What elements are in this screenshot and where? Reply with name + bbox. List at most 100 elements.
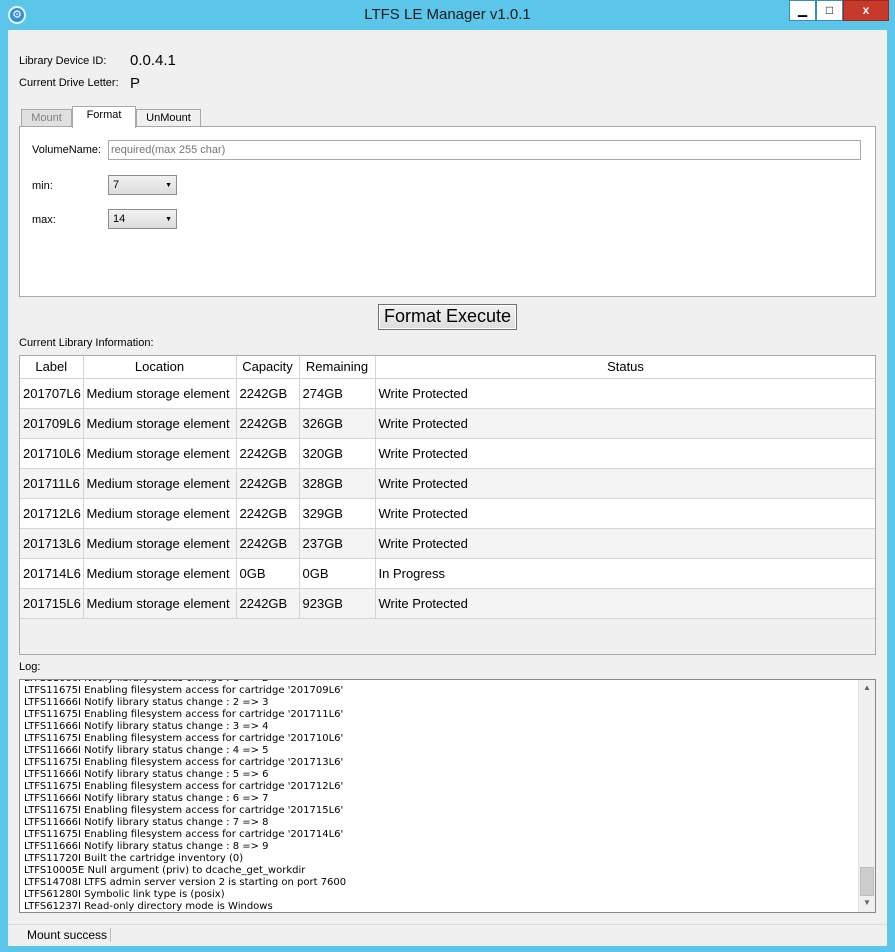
tab-format[interactable]: Format <box>72 106 136 128</box>
drive-letter-value: P <box>130 75 141 92</box>
max-select[interactable]: 14 ▼ <box>108 209 177 229</box>
tab-mount[interactable]: Mount <box>21 109 72 127</box>
table-row[interactable]: 201710L6 Medium storage element 2242GB 320G… <box>20 438 875 469</box>
cell-capacity: 0GB <box>236 558 300 589</box>
cell-status: Write Protected <box>375 498 875 529</box>
cell-remaining: 329GB <box>299 498 376 529</box>
log-line: LTFS11666I Notify library status change … <box>24 841 269 852</box>
close-icon[interactable]: x <box>843 0 889 21</box>
cell-capacity: 2242GB <box>236 438 300 469</box>
cell-label: 201710L6 <box>20 438 84 469</box>
cell-status: Write Protected <box>375 438 875 469</box>
log-line: LTFS11666I Notify library status change … <box>24 793 269 804</box>
volume-name-label: VolumeName: <box>32 144 102 156</box>
cell-remaining: 326GB <box>299 408 376 439</box>
cell-label: 201707L6 <box>20 378 84 409</box>
min-label: min: <box>32 180 53 192</box>
log-line: LTFS11666I Notify library status change … <box>24 697 269 708</box>
column-header-location[interactable]: Location <box>83 356 237 379</box>
log-line: LTFS11675I Enabling filesystem access fo… <box>24 805 344 816</box>
cell-remaining: 0GB <box>299 558 376 589</box>
drive-letter-label: Current Drive Letter: <box>19 77 119 89</box>
cell-location: Medium storage element <box>83 588 237 619</box>
table-header-row: Label Location Capacity Remaining Status <box>20 356 875 379</box>
table-row[interactable]: 201707L6 Medium storage element 2242GB 274G… <box>20 378 875 409</box>
window-title: LTFS LE Manager v1.0.1 <box>364 6 531 23</box>
column-header-remaining[interactable]: Remaining <box>299 356 376 379</box>
dropdown-arrow-icon: ▼ <box>165 182 172 189</box>
cell-remaining: 237GB <box>299 528 376 559</box>
log-line: LTFS11675I Enabling filesystem access fo… <box>24 709 344 720</box>
table-row[interactable]: 201712L6 Medium storage element 2242GB 329G… <box>20 498 875 529</box>
cell-location: Medium storage element <box>83 558 237 589</box>
scroll-thumb[interactable] <box>860 867 874 896</box>
library-id-value: 0.0.4.1 <box>130 52 176 69</box>
cell-capacity: 2242GB <box>236 588 300 619</box>
cell-remaining: 320GB <box>299 438 376 469</box>
cell-label: 201709L6 <box>20 408 84 439</box>
dropdown-arrow-icon: ▼ <box>165 216 172 223</box>
log-line: LTFS11675I Enabling filesystem access fo… <box>24 829 344 840</box>
log-line: LTFS61237I Read-only directory mode is W… <box>24 901 273 912</box>
column-header-label[interactable]: Label <box>20 356 84 379</box>
cell-status: Write Protected <box>375 378 875 409</box>
maximize-icon[interactable]: □ <box>816 0 843 21</box>
column-header-capacity[interactable]: Capacity <box>236 356 300 379</box>
min-select[interactable]: 7 ▼ <box>108 175 177 195</box>
cell-location: Medium storage element <box>83 408 237 439</box>
cell-location: Medium storage element <box>83 438 237 469</box>
table-row[interactable]: 201713L6 Medium storage element 2242GB 237G… <box>20 528 875 559</box>
column-header-status[interactable]: Status <box>375 356 875 379</box>
table-row[interactable]: 201715L6 Medium storage element 2242GB 923G… <box>20 588 875 619</box>
cell-remaining: 328GB <box>299 468 376 499</box>
log-line: LTFS11720I Built the cartridge inventory… <box>24 853 244 864</box>
log-lines: LTFS11666I Notify library status change … <box>24 680 854 912</box>
table-row[interactable]: 201714L6 Medium storage element 0GB 0GB In P… <box>20 558 875 589</box>
cell-status: Write Protected <box>375 408 875 439</box>
cell-status: Write Protected <box>375 588 875 619</box>
table-row[interactable]: 201709L6 Medium storage element 2242GB 326G… <box>20 408 875 439</box>
table-row[interactable]: 201711L6 Medium storage element 2242GB 328G… <box>20 468 875 499</box>
cell-capacity: 2242GB <box>236 498 300 529</box>
status-bar: Mount success <box>8 924 887 946</box>
library-table[interactable]: Label Location Capacity Remaining Status… <box>19 355 876 655</box>
cell-capacity: 2242GB <box>236 408 300 439</box>
log-textbox[interactable]: LTFS11666I Notify library status change … <box>19 679 876 913</box>
cell-status: Write Protected <box>375 528 875 559</box>
cell-location: Medium storage element <box>83 498 237 529</box>
max-select-value: 14 <box>113 213 126 225</box>
log-line: LTFS11666I Notify library status change … <box>24 817 269 828</box>
log-scrollbar[interactable]: ▲ ▼ <box>858 680 875 912</box>
tab-unmount[interactable]: UnMount <box>136 109 201 127</box>
cell-label: 201714L6 <box>20 558 84 589</box>
cell-status: In Progress <box>375 558 875 589</box>
scroll-down-icon[interactable]: ▼ <box>859 895 875 911</box>
minimize-icon[interactable]: ▁ <box>789 0 816 21</box>
format-tab-panel: VolumeName: min: 7 ▼ max: 14 ▼ <box>19 126 876 297</box>
log-line: LTFS10005E Null argument (priv) to dcach… <box>24 865 306 876</box>
cell-capacity: 2242GB <box>236 378 300 409</box>
log-line: LTFS11675I Enabling filesystem access fo… <box>24 781 344 792</box>
cell-location: Medium storage element <box>83 528 237 559</box>
log-line: LTFS14708I LTFS admin server version 2 i… <box>24 877 347 888</box>
status-message: Mount success <box>27 928 112 942</box>
cell-label: 201715L6 <box>20 588 84 619</box>
cell-location: Medium storage element <box>83 378 237 409</box>
cell-label: 201713L6 <box>20 528 84 559</box>
scroll-up-icon[interactable]: ▲ <box>859 680 875 696</box>
cell-remaining: 923GB <box>299 588 376 619</box>
title-bar: ⚙ LTFS LE Manager v1.0.1 ▁ □ x <box>0 0 895 30</box>
cell-label: 201711L6 <box>20 468 84 499</box>
client-area: Library Device ID: 0.0.4.1 Current Drive… <box>8 30 887 946</box>
max-label: max: <box>32 214 56 226</box>
log-label: Log: <box>19 661 41 673</box>
format-execute-button[interactable]: Format Execute <box>378 304 517 330</box>
volume-name-input[interactable] <box>108 140 861 160</box>
log-line: LTFS11675I Enabling filesystem access fo… <box>24 733 344 744</box>
log-line: LTFS11675I Enabling filesystem access fo… <box>24 685 344 696</box>
cell-capacity: 2242GB <box>236 468 300 499</box>
library-id-label: Library Device ID: <box>19 55 107 67</box>
log-line: LTFS11666I Notify library status change … <box>24 769 269 780</box>
cell-capacity: 2242GB <box>236 528 300 559</box>
cell-remaining: 274GB <box>299 378 376 409</box>
